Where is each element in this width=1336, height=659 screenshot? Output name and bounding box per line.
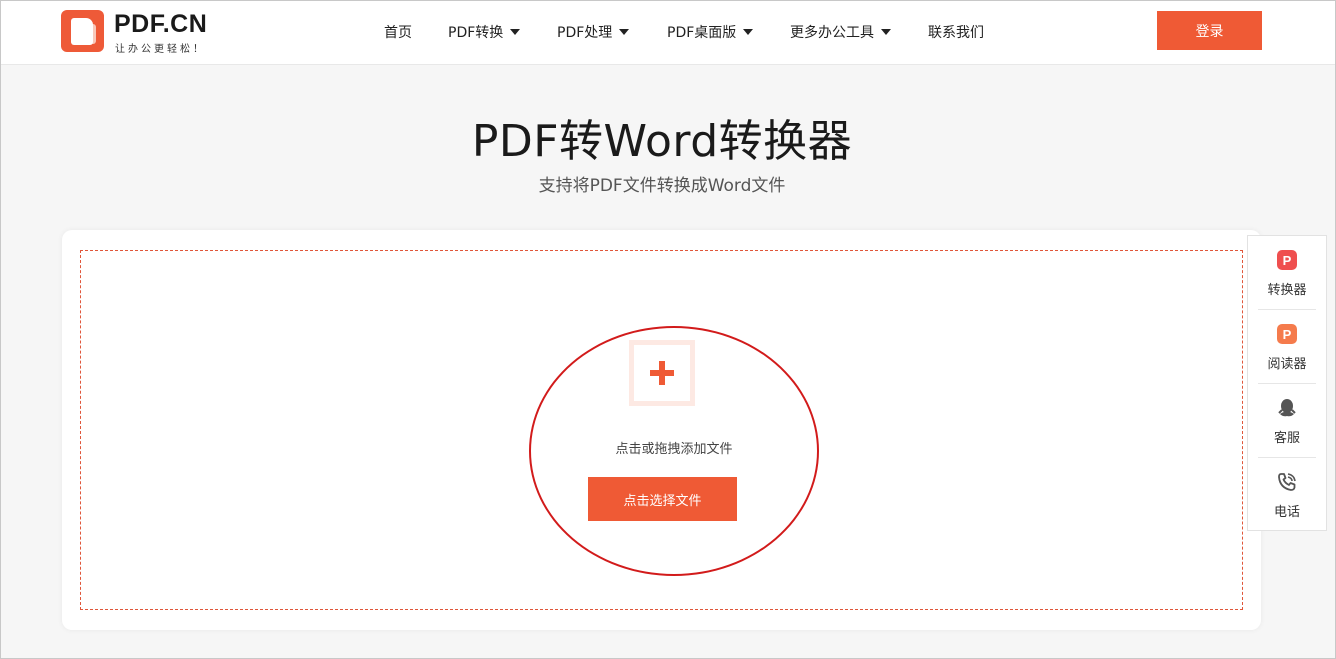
sidebar-item-label: 转换器 bbox=[1267, 283, 1307, 298]
upload-card: 点击或拖拽添加文件 点击选择文件 bbox=[62, 230, 1261, 630]
drop-hint: 点击或拖拽添加文件 bbox=[615, 442, 733, 457]
page-title: PDF转Word转换器 bbox=[471, 116, 853, 167]
sidebar-item-support[interactable]: 客服 bbox=[1258, 384, 1316, 457]
nav-item-label: 更多办公工具 bbox=[790, 25, 874, 41]
sidebar-item-label: 客服 bbox=[1273, 431, 1300, 446]
nav-item-label: 联系我们 bbox=[928, 25, 984, 41]
sidebar-item-phone[interactable]: 电话 bbox=[1258, 458, 1316, 531]
sidebar-item-label: 阅读器 bbox=[1267, 357, 1307, 372]
nav-item-contact[interactable]: 联系我们 bbox=[928, 22, 984, 42]
page-subtitle: 支持将PDF文件转换成Word文件 bbox=[538, 176, 786, 196]
sidebar-item-label: 电话 bbox=[1273, 505, 1300, 520]
converter-icon: P bbox=[1277, 250, 1297, 270]
logo-icon bbox=[61, 10, 104, 52]
nav-item-home[interactable]: 首页 bbox=[384, 22, 412, 42]
site-logo[interactable]: PDF.CN 让办公更轻松！ bbox=[61, 10, 221, 55]
nav-item-pdf-process[interactable]: PDF处理 bbox=[557, 22, 630, 42]
logo-name: PDF.CN bbox=[114, 10, 208, 38]
caret-down-icon bbox=[881, 29, 891, 35]
site-header: PDF.CN 让办公更轻松！ 首页 PDF转换 PDF处理 PDF桌面版 更多办… bbox=[1, 1, 1335, 65]
sidebar-item-reader[interactable]: P 阅读器 bbox=[1258, 310, 1316, 383]
logo-slogan: 让办公更轻松！ bbox=[115, 44, 206, 55]
choose-file-button[interactable]: 点击选择文件 bbox=[588, 477, 737, 521]
nav-item-more-tools[interactable]: 更多办公工具 bbox=[790, 22, 891, 42]
login-button[interactable]: 登录 bbox=[1157, 11, 1262, 50]
nav-item-label: 首页 bbox=[384, 25, 412, 41]
plus-icon-stroke bbox=[659, 361, 665, 385]
nav-item-pdf-convert[interactable]: PDF转换 bbox=[448, 22, 521, 42]
caret-down-icon bbox=[743, 29, 754, 35]
floating-sidebar: P 转换器 P 阅读器 客服 电话 bbox=[1247, 235, 1327, 531]
file-dropzone[interactable]: 点击或拖拽添加文件 点击选择文件 bbox=[80, 250, 1243, 610]
nav-item-pdf-desktop[interactable]: PDF桌面版 bbox=[667, 22, 754, 42]
nav-item-label: PDF转换 bbox=[448, 25, 504, 41]
sidebar-item-converter[interactable]: P 转换器 bbox=[1258, 236, 1316, 309]
nav-item-label: PDF桌面版 bbox=[667, 25, 737, 41]
add-file-button[interactable] bbox=[629, 340, 695, 406]
phone-icon bbox=[1278, 473, 1296, 491]
caret-down-icon bbox=[619, 29, 630, 35]
reader-icon: P bbox=[1277, 324, 1297, 344]
qq-icon bbox=[1278, 399, 1296, 417]
nav-item-label: PDF处理 bbox=[557, 25, 613, 41]
caret-down-icon bbox=[510, 29, 521, 35]
